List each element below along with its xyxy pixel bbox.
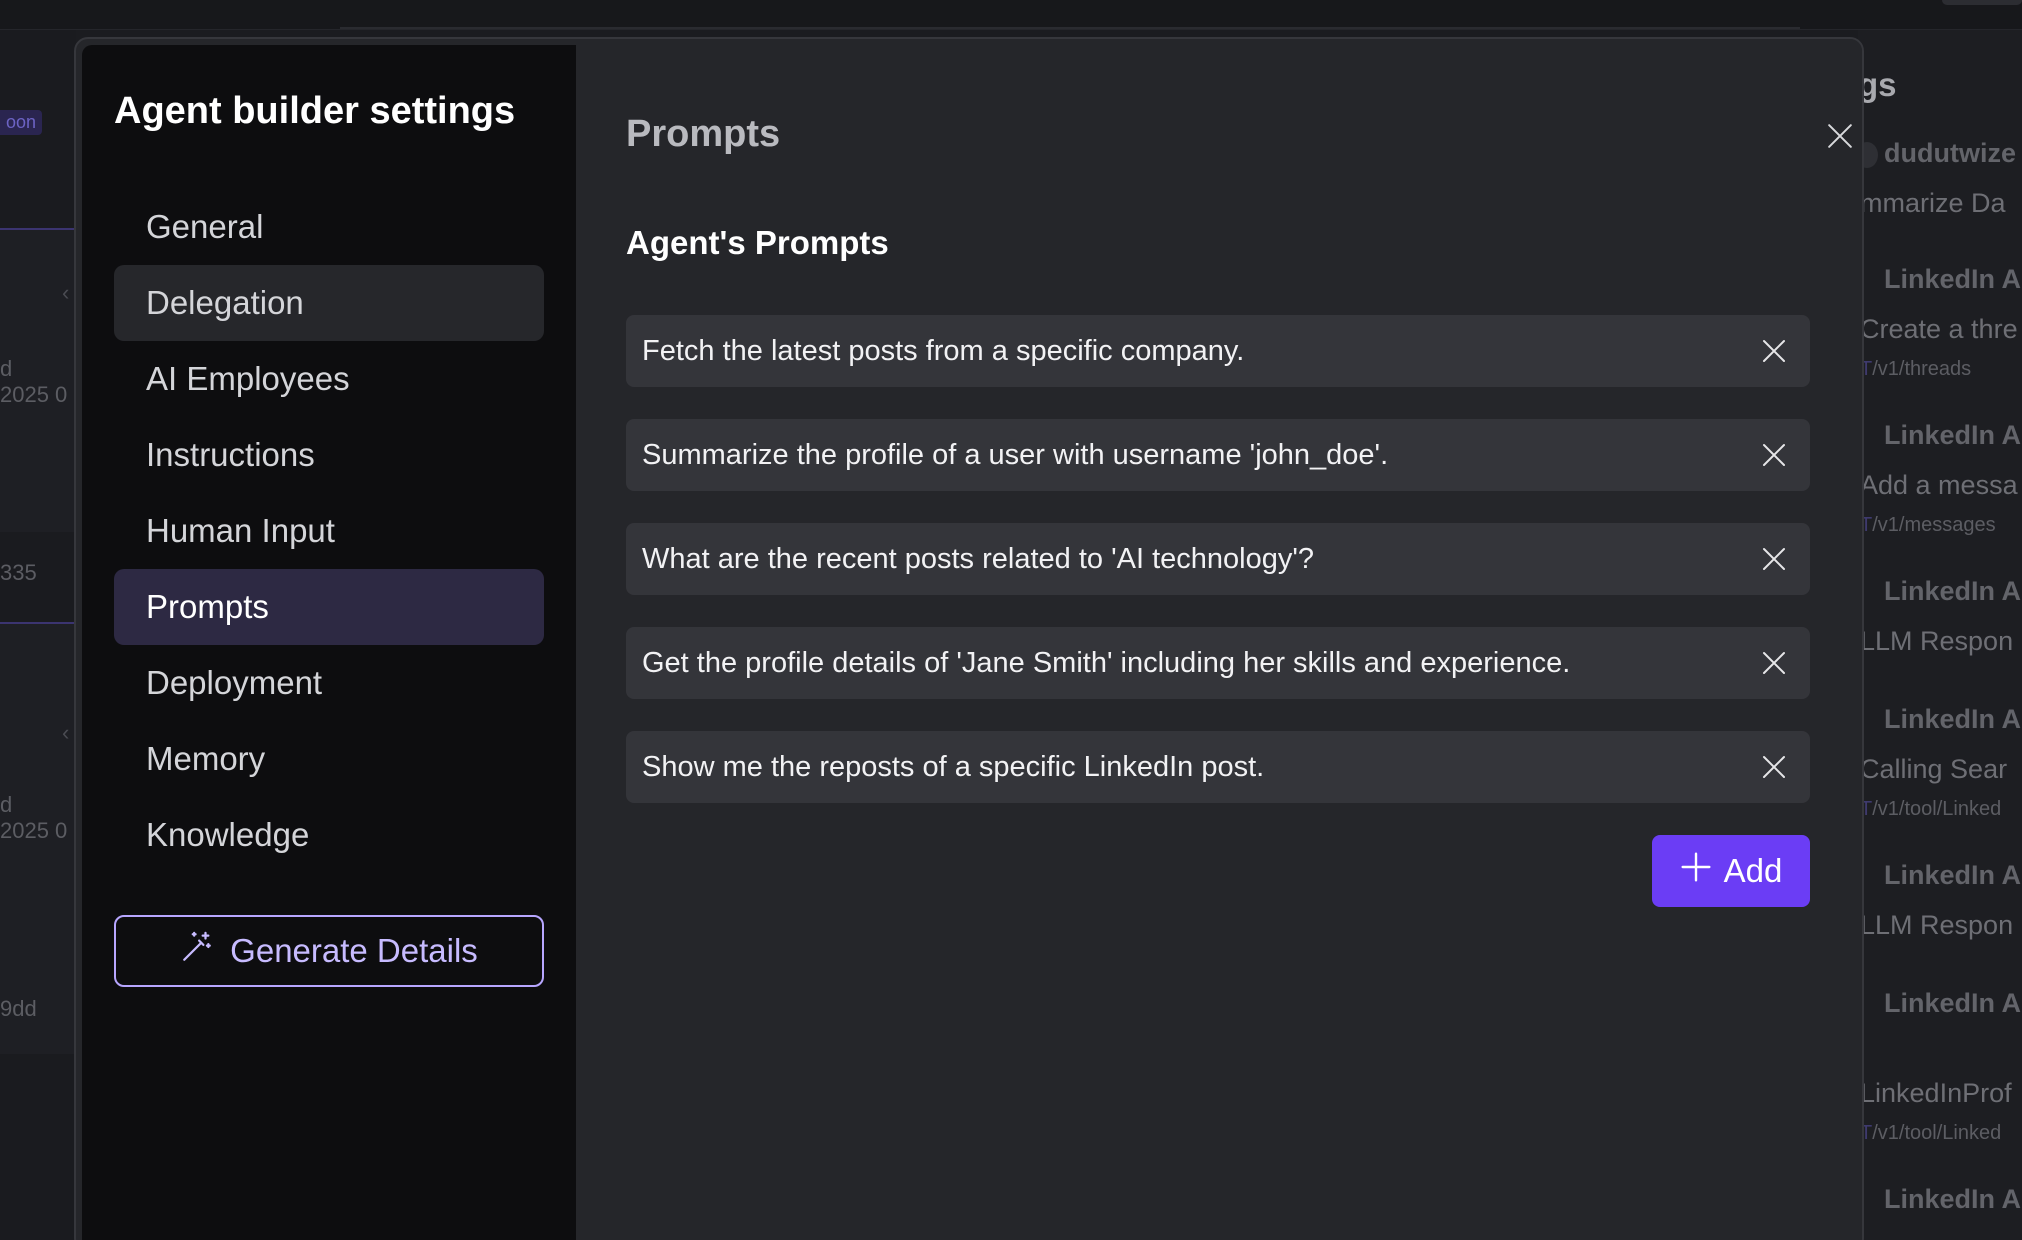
background-text: d: [0, 792, 13, 817]
background-heading: LinkedIn A: [1884, 1184, 2022, 1214]
prompt-item: Summarize the profile of a user with use…: [626, 419, 1810, 491]
background-text: LinkedInProf: [1860, 1078, 2012, 1108]
prompt-text: Get the profile details of 'Jane Smith' …: [642, 646, 1571, 679]
settings-nav: General Delegation AI Employees Instruct…: [114, 189, 544, 873]
prompt-item: What are the recent posts related to 'AI…: [626, 523, 1810, 595]
prompt-text: Show me the reposts of a specific Linked…: [642, 750, 1265, 783]
background-text: 2025 0: [0, 818, 68, 843]
settings-modal: Agent builder settings General Delegatio…: [74, 37, 1864, 1240]
background-tag: oon: [0, 110, 43, 135]
background-endpoint: T/v1/tool/Linked: [1860, 1122, 2002, 1144]
close-icon: [1763, 340, 1785, 362]
generate-details-button[interactable]: Generate Details: [114, 915, 544, 987]
page-title: Prompts: [626, 113, 781, 155]
background-heading: LinkedIn A: [1884, 576, 2022, 606]
background-text: Calling Sear: [1860, 754, 2008, 784]
background-text: 2025 0: [0, 382, 68, 407]
background-text: 335: [0, 560, 37, 585]
section-title: Agent's Prompts: [626, 224, 889, 261]
chevron-left-icon: ‹: [62, 720, 70, 745]
nav-item-human-input[interactable]: Human Input: [114, 493, 544, 569]
settings-sidebar: Agent builder settings General Delegatio…: [82, 45, 576, 1240]
background-text: mmarize Da: [1860, 188, 2006, 218]
nav-item-prompts[interactable]: Prompts: [114, 569, 544, 645]
magic-wand-icon: [180, 930, 214, 972]
background-heading: LinkedIn A: [1884, 860, 2022, 890]
background-right-panel: gs dudutwize mmarize Da LinkedIn A Creat…: [1856, 30, 2022, 1240]
prompt-item: Show me the reposts of a specific Linked…: [626, 731, 1810, 803]
background-heading: LinkedIn A: [1884, 988, 2022, 1018]
background-heading: LinkedIn A: [1884, 264, 2022, 294]
nav-item-instructions[interactable]: Instructions: [114, 417, 544, 493]
prompt-text: Summarize the profile of a user with use…: [642, 438, 1389, 471]
prompt-item: Get the profile details of 'Jane Smith' …: [626, 627, 1810, 699]
close-icon: [1763, 652, 1785, 674]
background-top-bar: [0, 0, 2022, 30]
nav-item-knowledge[interactable]: Knowledge: [114, 797, 544, 873]
chevron-left-icon: ‹: [62, 280, 70, 305]
background-username: dudutwize: [1884, 138, 2016, 168]
background-tab-bar: [340, 27, 1800, 29]
background-endpoint: T/v1/messages: [1860, 514, 1996, 536]
remove-prompt-button[interactable]: [1756, 645, 1792, 681]
add-label: Add: [1723, 852, 1783, 889]
nav-item-ai-employees[interactable]: AI Employees: [114, 341, 544, 417]
close-icon: [1763, 756, 1785, 778]
background-text: d: [0, 356, 13, 381]
nav-item-delegation[interactable]: Delegation: [114, 265, 544, 341]
close-icon: [1827, 123, 1853, 154]
prompt-list: Fetch the latest posts from a specific c…: [626, 315, 1810, 835]
remove-prompt-button[interactable]: [1756, 541, 1792, 577]
add-prompt-button[interactable]: Add: [1652, 835, 1810, 907]
close-modal-button[interactable]: [1816, 114, 1862, 162]
close-icon: [1763, 444, 1785, 466]
remove-prompt-button[interactable]: [1756, 749, 1792, 785]
remove-prompt-button[interactable]: [1756, 333, 1792, 369]
background-heading: LinkedIn A: [1884, 420, 2022, 450]
nav-item-general[interactable]: General: [114, 189, 544, 265]
background-text: LLM Respon: [1860, 910, 2014, 940]
background-text: Add a messa: [1860, 470, 2018, 500]
nav-item-deployment[interactable]: Deployment: [114, 645, 544, 721]
generate-details-label: Generate Details: [230, 932, 478, 969]
background-left-panel: oon ‹ d 2025 0 335 ‹ d 2025 0 9dd: [0, 30, 76, 1240]
app-stage: oon ‹ d 2025 0 335 ‹ d 2025 0 9dd gs dud…: [0, 0, 2022, 1240]
prompt-text: Fetch the latest posts from a specific c…: [642, 334, 1245, 367]
plus-icon: [1680, 851, 1712, 891]
background-endpoint: T/v1/tool/Linked: [1860, 798, 2002, 820]
background-endpoint: T/v1/threads: [1860, 358, 1972, 380]
prompts-panel: Prompts Agent's Prompts Fetch the latest…: [576, 39, 1862, 1240]
modal-title: Agent builder settings: [114, 90, 516, 132]
background-text: 9dd: [0, 996, 37, 1021]
close-icon: [1763, 548, 1785, 570]
nav-item-memory[interactable]: Memory: [114, 721, 544, 797]
prompt-text: What are the recent posts related to 'AI…: [642, 542, 1315, 575]
remove-prompt-button[interactable]: [1756, 437, 1792, 473]
background-heading: LinkedIn A: [1884, 704, 2022, 734]
prompt-item: Fetch the latest posts from a specific c…: [626, 315, 1810, 387]
background-text: LLM Respon: [1860, 626, 2014, 656]
background-pill: [1942, 0, 2022, 5]
background-text: Create a thre: [1860, 314, 2018, 344]
